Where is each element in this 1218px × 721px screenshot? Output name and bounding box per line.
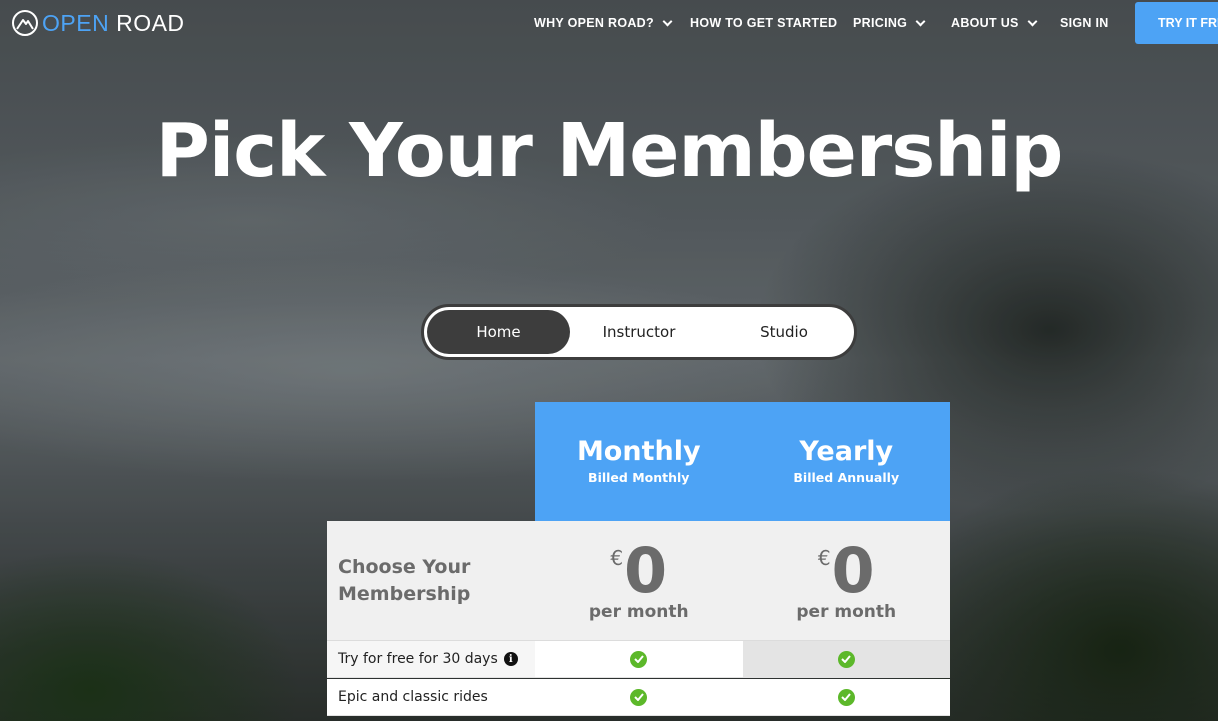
feature-label: Epic and classic rides — [327, 679, 535, 715]
toggle-studio-button[interactable]: Studio — [716, 310, 852, 354]
plan-billing: Billed Monthly — [588, 469, 690, 485]
logo[interactable]: OPEN ROAD — [12, 9, 185, 37]
feature-label: Try for free for 30 days i — [327, 641, 535, 677]
chevron-down-icon — [1027, 16, 1038, 26]
price-row: Choose Your Membership € 0 per month € 0… — [327, 521, 950, 641]
plan-header-monthly[interactable]: Monthly Billed Monthly — [535, 402, 743, 522]
currency-symbol: € — [817, 545, 831, 570]
nav-item-label: HOW TO GET STARTED — [690, 16, 838, 30]
choose-membership-label: Choose Your Membership — [338, 555, 471, 605]
nav-item-pricing[interactable]: PRICING — [853, 16, 926, 30]
checkmark-icon — [630, 688, 648, 706]
top-navigation: OPEN ROAD WHY OPEN ROAD? HOW TO GET STAR… — [0, 0, 1218, 46]
mountain-logo-icon — [12, 10, 38, 36]
try-it-free-button[interactable]: TRY IT FREE — [1135, 2, 1218, 44]
feature-cell-monthly — [535, 641, 743, 677]
feature-cell-yearly — [742, 679, 950, 715]
price-cell-yearly: € 0 per month — [743, 521, 951, 640]
cta-label: TRY IT FREE — [1158, 16, 1218, 30]
checkmark-icon — [837, 688, 855, 706]
nav-item-label: PRICING — [853, 16, 908, 30]
membership-type-toggle: Home Instructor Studio — [421, 304, 857, 360]
checkmark-icon — [837, 650, 855, 668]
nav-item-sign-in[interactable]: SIGN IN — [1060, 16, 1109, 30]
plan-name: Yearly — [799, 435, 894, 467]
pricing-table-header: Monthly Billed Monthly Yearly Billed Ann… — [535, 402, 950, 522]
nav-item-label: WHY OPEN ROAD? — [534, 16, 654, 30]
feature-row: Try for free for 30 days i — [327, 641, 950, 678]
plan-billing: Billed Annually — [793, 469, 900, 485]
nav-item-about-us[interactable]: ABOUT US — [951, 16, 1038, 30]
plan-header-yearly[interactable]: Yearly Billed Annually — [743, 402, 951, 522]
price-period: per month — [796, 601, 897, 622]
currency-symbol: € — [610, 545, 624, 570]
chevron-down-icon — [915, 16, 926, 26]
feature-cell-monthly — [535, 679, 743, 715]
nav-item-label: ABOUT US — [951, 16, 1019, 30]
price-cell-monthly: € 0 per month — [535, 521, 743, 640]
plan-name: Monthly — [576, 435, 701, 467]
logo-text: OPEN ROAD — [42, 9, 185, 36]
info-icon[interactable]: i — [503, 652, 518, 666]
nav-item-how-to-get-started[interactable]: HOW TO GET STARTED — [690, 16, 837, 30]
feature-label-text: Epic and classic rides — [338, 689, 488, 705]
toggle-instructor-button[interactable]: Instructor — [574, 310, 704, 354]
page-title: Pick Your Membership — [155, 108, 1064, 194]
feature-cell-yearly — [742, 641, 950, 677]
price-amount: 0 — [831, 533, 875, 607]
feature-label-text: Try for free for 30 days — [338, 651, 498, 667]
feature-row: Epic and classic rides — [327, 679, 950, 716]
price-period: per month — [588, 601, 689, 622]
toggle-home-button[interactable]: Home — [427, 310, 570, 354]
chevron-down-icon — [662, 16, 673, 26]
nav-item-label: SIGN IN — [1060, 16, 1109, 30]
price-amount: 0 — [624, 533, 668, 607]
nav-item-why-open-road[interactable]: WHY OPEN ROAD? — [534, 16, 673, 30]
checkmark-icon — [630, 650, 648, 668]
